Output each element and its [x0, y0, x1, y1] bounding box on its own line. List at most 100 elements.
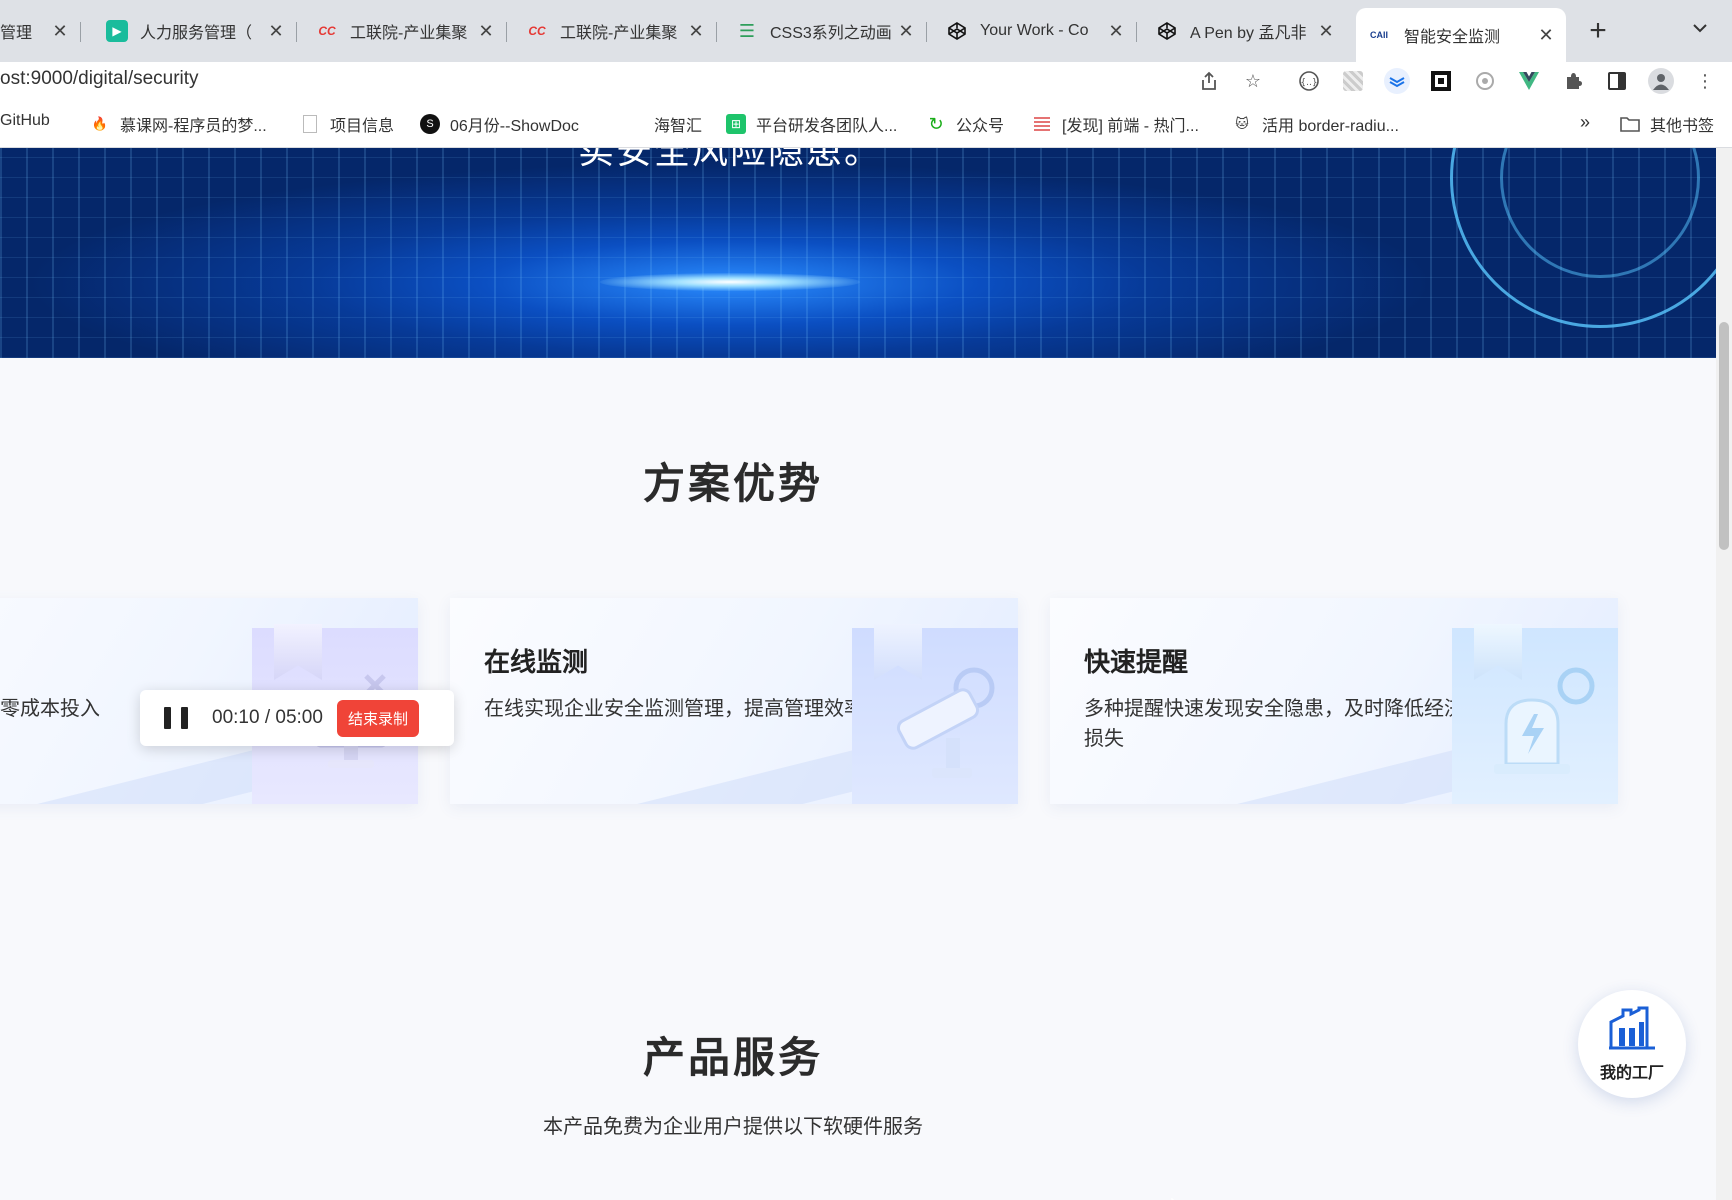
bookmark-showdoc[interactable]: S 06月份--ShowDoc — [420, 112, 579, 136]
section-title-advantages: 方案优势 — [642, 460, 823, 507]
pause-icon[interactable] — [164, 706, 188, 730]
bookmarks-overflow-button[interactable]: » — [1580, 112, 1590, 133]
striped-page-icon — [1032, 114, 1052, 134]
bookmark-project-info[interactable]: 项目信息 — [300, 112, 394, 136]
extension-pattern-icon[interactable] — [1340, 68, 1366, 94]
browser-menu-icon[interactable]: ⋮ — [1692, 68, 1718, 94]
flame-icon: 🔥 — [91, 116, 109, 131]
tab-close-icon[interactable]: ✕ — [1536, 25, 1556, 46]
tab-title: Your Work - Co — [980, 22, 1089, 39]
scrollbar-thumb[interactable] — [1719, 322, 1729, 550]
tab-5[interactable]: ☰ CSS3系列之动画 ✕ — [726, 10, 927, 52]
tab-4[interactable]: CC 工联院-产业集聚 ✕ — [516, 10, 717, 52]
tab-title: 智能安全监测 — [1404, 29, 1501, 46]
tab-title: 工联院-产业集聚 — [350, 25, 468, 42]
time-separator: / — [264, 707, 271, 728]
bookmark-label: 06月份--ShowDoc — [450, 118, 579, 135]
tab-6[interactable]: Your Work - Co ✕ — [936, 10, 1137, 52]
svg-text:{..}: {..} — [1300, 78, 1317, 88]
section-subtitle-services: 本产品免费为企业用户提供以下软硬件服务 — [543, 1116, 923, 1138]
cc-favicon-icon: CC — [318, 24, 336, 38]
advantage-card-online-monitoring: 在线监测 在线实现企业安全监测管理，提高管理效率 — [450, 598, 1018, 804]
section-title-services: 产品服务 — [642, 1034, 823, 1081]
other-bookmarks-folder[interactable]: 其他书签 — [1620, 112, 1714, 136]
tab-3[interactable]: CC 工联院-产业集聚 ✕ — [306, 10, 507, 52]
bookmark-star-icon[interactable]: ☆ — [1240, 68, 1266, 94]
caii-favicon-icon: CAII — [1370, 30, 1388, 40]
vue-devtools-icon[interactable] — [1516, 68, 1542, 94]
tab-title: A Pen by 孟凡非 — [1190, 25, 1307, 42]
loop-icon: ↻ — [928, 113, 944, 134]
total-time: 05:00 — [275, 707, 323, 728]
codepen-favicon-icon — [946, 20, 968, 42]
tab-2[interactable]: ▶ 人力服务管理（ ✕ — [96, 10, 297, 52]
bookmark-github[interactable]: GitHub — [0, 112, 50, 130]
my-factory-button[interactable]: 我的工厂 — [1578, 990, 1686, 1098]
extensions-puzzle-icon[interactable] — [1560, 68, 1586, 94]
tab-close-icon[interactable]: ✕ — [1106, 21, 1126, 42]
tab-close-icon[interactable]: ✕ — [476, 21, 496, 42]
bookmarks-bar: GitHub 🔥 慕课网-程序员的梦... 项目信息 S 06月份--ShowD… — [0, 100, 1732, 148]
page-scrollbar[interactable] — [1716, 148, 1732, 1200]
recording-timer: 00:10 / 05:00 — [212, 707, 323, 729]
bookmark-label: GitHub — [0, 112, 50, 129]
tab-divider — [80, 22, 81, 42]
tab-7[interactable]: A Pen by 孟凡非 ✕ — [1146, 10, 1346, 52]
tab-divider — [716, 22, 717, 42]
showdoc-icon: S — [420, 114, 440, 134]
hero-banner: 实安全风险隐患。 — [0, 148, 1716, 358]
tab-strip: 管理 ✕ ▶ 人力服务管理（ ✕ CC 工联院-产业集聚 ✕ CC 工联院-产业… — [0, 0, 1732, 62]
share-icon[interactable] — [1196, 68, 1222, 94]
tab-close-icon[interactable]: ✕ — [896, 21, 916, 42]
tab-1[interactable]: 管理 ✕ — [0, 10, 81, 52]
bookmark-juejin-frontend[interactable]: [发现] 前端 - 热门... — [1032, 112, 1199, 136]
extension-json-icon[interactable]: {..} — [1296, 68, 1322, 94]
card-description: 在线实现企业安全监测管理，提高管理效率 — [484, 698, 864, 720]
banner-heading: 实安全风险隐患。 — [578, 148, 883, 171]
side-panel-icon[interactable] — [1604, 68, 1630, 94]
browser-toolbar: ost:9000/digital/security ☆ {..} ⋮ — [0, 62, 1732, 100]
card-title: 在线监测 — [484, 647, 589, 677]
bookmark-label: 项目信息 — [330, 118, 395, 135]
tab-title: CSS3系列之动画 — [770, 25, 892, 42]
factory-icon — [1607, 1006, 1657, 1055]
tab-close-icon[interactable]: ✕ — [686, 21, 706, 42]
address-bar[interactable]: ost:9000/digital/security — [0, 68, 199, 90]
cat-icon: 🐱 — [1235, 116, 1249, 131]
tab-title: 管理 — [0, 25, 33, 42]
tab-divider — [506, 22, 507, 42]
fab-label: 我的工厂 — [1599, 1064, 1664, 1082]
bookmark-team-sheet[interactable]: ⊞ 平台研发各团队人... — [726, 112, 897, 136]
page-viewport: 实安全风险隐患。 方案优势 零成本投入 在线监测 在线实现企业安全监测管理，提高… — [0, 148, 1716, 1200]
bookmark-label: 活用 border-radiu... — [1262, 118, 1399, 135]
tab-active[interactable]: CAII 智能安全监测 ✕ — [1356, 8, 1566, 62]
codepen-favicon-icon — [1156, 20, 1178, 42]
bookmark-imooc[interactable]: 🔥 慕课网-程序员的梦... — [90, 112, 267, 136]
extension-layers-icon[interactable] — [1384, 68, 1410, 94]
tab-close-icon[interactable]: ✕ — [1316, 21, 1336, 42]
cc-favicon-icon: CC — [528, 24, 546, 38]
bookmark-wechat-official[interactable]: ↻ 公众号 — [926, 112, 1004, 136]
advantage-card-fast-alert: 快速提醒 多种提醒快速发现安全隐患，及时降低经济损失 — [1050, 598, 1618, 804]
new-tab-button[interactable]: + — [1582, 14, 1614, 48]
bookmark-label: [发现] 前端 - 热门... — [1062, 118, 1199, 135]
banner-glow — [600, 273, 860, 291]
bookmark-border-radius[interactable]: 🐱 活用 border-radiu... — [1232, 112, 1399, 136]
extension-qrcode-icon[interactable] — [1428, 68, 1454, 94]
tab-search-chevron-icon[interactable] — [1692, 20, 1708, 38]
extension-circle-icon[interactable] — [1472, 68, 1498, 94]
card-description: 多种提醒快速发现安全隐患，及时降低经济损失 — [1084, 698, 1464, 750]
profile-avatar-icon[interactable] — [1648, 68, 1674, 94]
screen-recorder-widget: 00:10 / 05:00 结束录制 — [140, 690, 454, 746]
page-icon — [300, 114, 320, 134]
tab-title: 人力服务管理（ — [140, 25, 253, 42]
tab-close-icon[interactable]: ✕ — [50, 21, 70, 42]
sheet-icon: ⊞ — [726, 114, 746, 134]
play-favicon-icon: ▶ — [106, 20, 128, 42]
tab-title: 工联院-产业集聚 — [560, 25, 678, 42]
stop-recording-button[interactable]: 结束录制 — [336, 699, 419, 737]
tab-divider — [1136, 22, 1137, 42]
tab-close-icon[interactable]: ✕ — [266, 21, 286, 42]
bookmark-haizhihui[interactable]: 海智汇 — [654, 112, 702, 136]
card-title: 快速提醒 — [1084, 647, 1189, 677]
